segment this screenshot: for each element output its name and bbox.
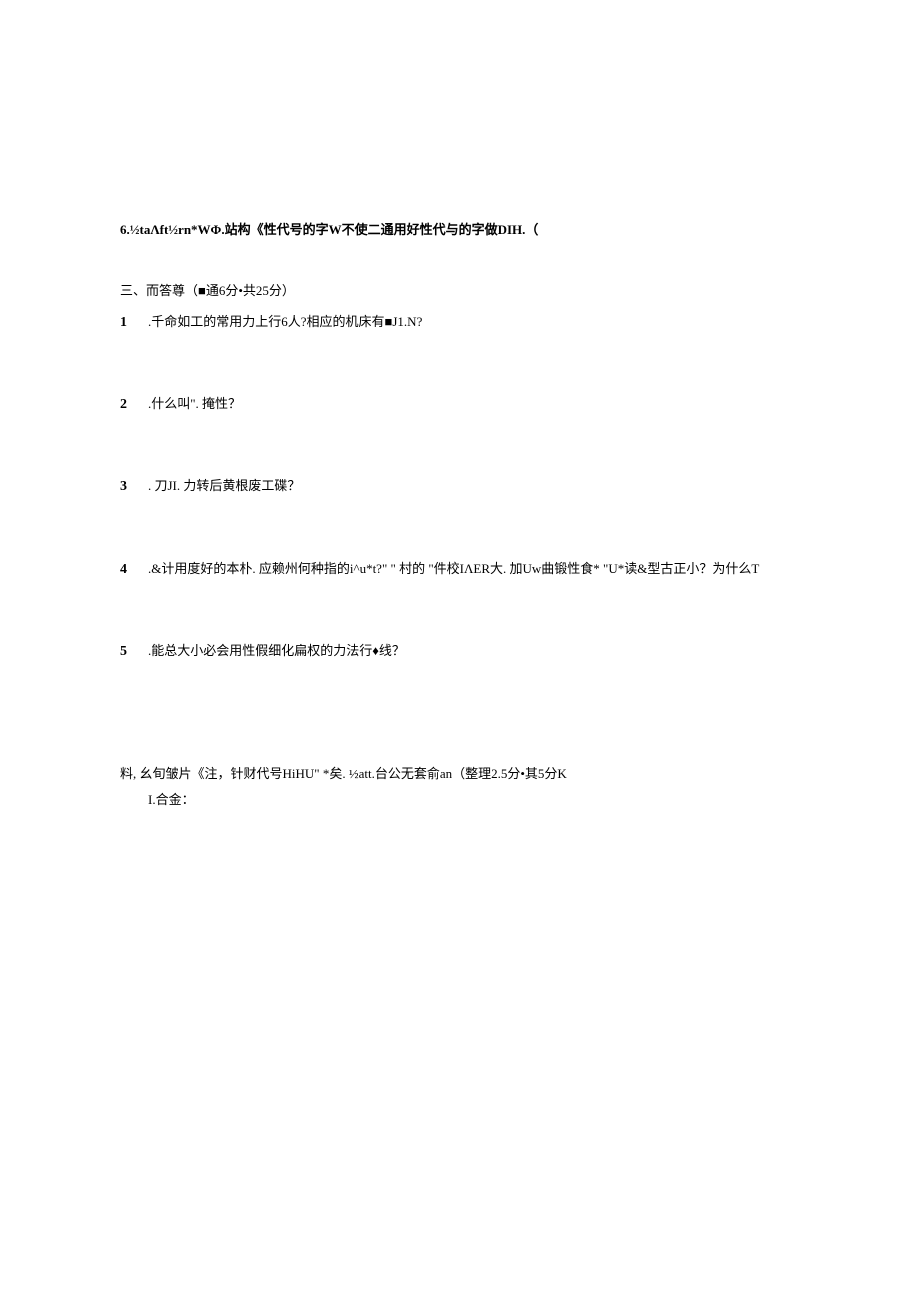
q3-text: . 刀JI. 力转后黄根废工碟？ — [148, 476, 800, 497]
item-6: 6.½taΛft½rn*WΦ.站构《性代号的字W不使二通用好性代与的字做DIH.… — [120, 220, 800, 241]
question-3: 3 . 刀JI. 力转后黄根废工碟？ — [120, 476, 800, 498]
q2-text: .什么叫". 掩性？ — [148, 394, 800, 415]
final-line-1: 料, 幺旬皱片《注，针财代号HiHU" *矣. ½att.台公无套俞an（整理2… — [120, 764, 800, 785]
final-block: 料, 幺旬皱片《注，针财代号HiHU" *矣. ½att.台公无套俞an（整理2… — [120, 764, 800, 812]
q5-text: .能总大小必会用性假细化扁权的力法行♦线？ — [148, 641, 800, 662]
document-page: 6.½taΛft½rn*WΦ.站构《性代号的字W不使二通用好性代与的字做DIH.… — [0, 0, 920, 811]
q4-text: .&计用度好的本朴. 应赖州何种指的i^u*t?" " 村的 "件校IΛER大.… — [148, 559, 800, 580]
q1-number: 1 — [120, 312, 148, 334]
q2-number: 2 — [120, 394, 148, 416]
q3-number: 3 — [120, 476, 148, 498]
question-5: 5 .能总大小必会用性假细化扁权的力法行♦线？ — [120, 641, 800, 663]
question-4: 4 .&计用度好的本朴. 应赖州何种指的i^u*t?" " 村的 "件校IΛER… — [120, 559, 800, 581]
q5-number: 5 — [120, 641, 148, 663]
question-2: 2 .什么叫". 掩性？ — [120, 394, 800, 416]
q4-number: 4 — [120, 559, 148, 581]
q1-text: .千命如工的常用力上行6人?相应的机床有■J1.N? — [148, 312, 800, 333]
final-line-2: I.合金： — [120, 790, 800, 811]
question-1: 1 .千命如工的常用力上行6人?相应的机床有■J1.N? — [120, 312, 800, 334]
section-3-header: 三、而答尊（■通6分•共25分） — [120, 281, 800, 302]
